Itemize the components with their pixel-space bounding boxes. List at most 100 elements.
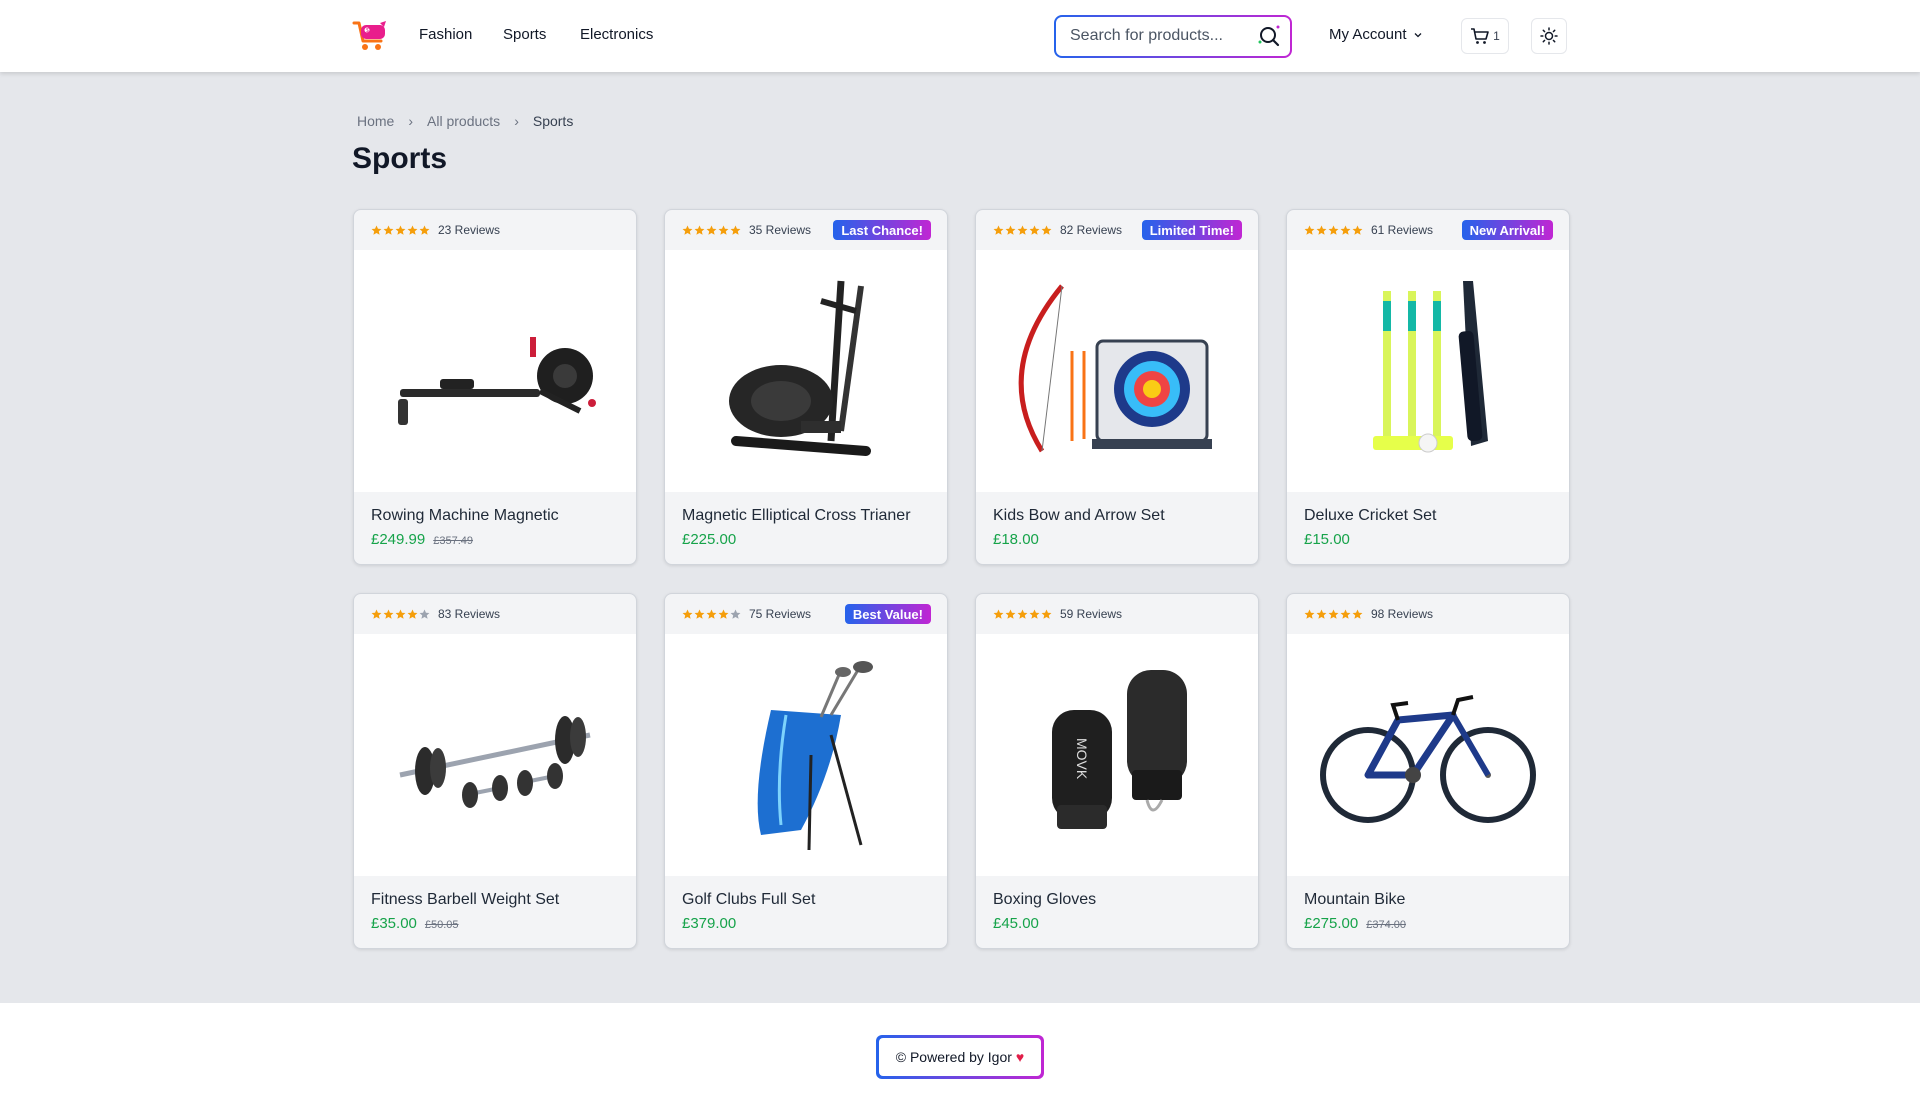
product-name[interactable]: Rowing Machine Magnetic [371,507,559,525]
star-icon [1340,609,1351,619]
product-image[interactable] [354,634,636,876]
product-name[interactable]: Kids Bow and Arrow Set [993,507,1165,525]
chevron-right-icon: › [408,113,414,129]
page-title: Sports [352,142,448,175]
product-image[interactable]: MOVK [976,634,1258,876]
star-icon [407,225,418,235]
card-rating-row: 23 Reviews [354,210,636,250]
boxing-gloves-image: MOVK [1052,670,1187,829]
top-navbar: $ Fashion Sports Electronics My Account … [0,0,1920,72]
nav-link-fashion[interactable]: Fashion [419,26,472,43]
product-name[interactable]: Golf Clubs Full Set [682,891,815,909]
theme-toggle-button[interactable] [1531,18,1567,54]
product-image[interactable] [665,634,947,876]
product-image[interactable] [354,250,636,492]
sun-icon [1540,27,1558,45]
powered-by-text: © Powered by Igor [895,1049,1012,1065]
product-card[interactable]: 61 Reviews New Arrival! Deluxe Cricket S… [1286,209,1570,565]
star-rating [682,609,741,620]
product-card[interactable]: 98 Reviews Mountain Bike £275.00 £374.00 [1286,593,1570,949]
product-image[interactable] [665,250,947,492]
product-card[interactable]: 75 Reviews Best Value! Golf Clubs Full S… [664,593,948,949]
product-price: £379.00 [682,915,737,932]
star-icon [694,609,705,619]
star-rating [1304,609,1363,620]
star-icon [1352,225,1363,235]
promo-badge: Best Value! [844,604,931,624]
product-name[interactable]: Deluxe Cricket Set [1304,507,1437,525]
svg-text:$: $ [366,28,369,34]
barbell-set-image [399,716,591,808]
my-account-menu[interactable]: My Account [1329,26,1423,43]
product-name[interactable]: Boxing Gloves [993,891,1096,909]
powered-by-badge[interactable]: © Powered by Igor ♥ [876,1035,1044,1079]
nav-link-sports[interactable]: Sports [503,26,546,43]
search-input[interactable] [1070,26,1250,46]
product-name[interactable]: Fitness Barbell Weight Set [371,891,559,909]
star-icon [730,609,741,619]
review-count: 35 Reviews [749,223,812,237]
product-price: £45.00 [993,915,1039,932]
cart-button[interactable]: 1 [1461,18,1509,54]
product-prices: £18.00 [993,531,1039,548]
search-icon[interactable] [1257,24,1281,48]
star-icon [1304,225,1315,235]
star-rating [1304,225,1363,236]
review-count: 98 Reviews [1371,607,1434,621]
star-icon [706,225,717,235]
promo-badge: New Arrival! [1461,220,1553,240]
star-rating [993,225,1052,236]
cart-icon [1471,28,1489,44]
breadcrumb-all-products[interactable]: All products [427,113,500,129]
review-count: 75 Reviews [749,607,812,621]
review-count: 83 Reviews [438,607,501,621]
product-image[interactable] [976,250,1258,492]
product-price: £225.00 [682,531,737,548]
breadcrumb: Home › All products › Sports [357,113,573,129]
product-card[interactable]: 59 Reviews MOVK Boxing Gloves £45.00 [975,593,1259,949]
promo-badge: Last Chance! [833,220,931,240]
star-icon [395,225,406,235]
cart-count: 1 [1493,29,1500,43]
star-icon [1029,225,1040,235]
product-card[interactable]: 82 Reviews Limited Time! Kids Bow and Ar… [975,209,1259,565]
star-icon [1029,609,1040,619]
product-name[interactable]: Mountain Bike [1304,891,1405,909]
star-icon [1005,225,1016,235]
star-icon [383,225,394,235]
product-name[interactable]: Magnetic Elliptical Cross Trianer [682,507,911,525]
product-prices: £35.00 £50.05 [371,915,459,932]
star-rating [371,609,430,620]
star-icon [395,609,406,619]
product-price: £275.00 [1304,915,1359,932]
star-icon [1304,609,1315,619]
star-icon [993,609,1004,619]
product-card[interactable]: 83 Reviews Fitness Barbell Weight Set £3… [353,593,637,949]
star-icon [1316,225,1327,235]
star-icon [1328,225,1339,235]
star-icon [1017,225,1028,235]
search-box [1056,17,1290,56]
product-image[interactable] [1287,634,1569,876]
product-card[interactable]: 23 Reviews Rowing Machine Magnetic £249.… [353,209,637,565]
svg-text:MOVK: MOVK [1074,738,1090,780]
star-icon [718,225,729,235]
chevron-down-icon [1414,32,1422,37]
star-icon [1041,609,1052,619]
star-icon [383,609,394,619]
nav-link-electronics[interactable]: Electronics [580,26,653,43]
chevron-right-icon: › [514,113,519,129]
product-price: £18.00 [993,531,1039,548]
star-icon [1316,609,1327,619]
breadcrumb-current: Sports [532,113,574,129]
card-rating-row: 61 Reviews New Arrival! [1287,210,1569,250]
shopping-cart-logo-icon[interactable]: $ [352,19,388,53]
star-rating [682,225,741,236]
breadcrumb-home[interactable]: Home [357,113,394,129]
card-rating-row: 82 Reviews Limited Time! [976,210,1258,250]
product-image[interactable] [1287,250,1569,492]
footer: © Powered by Igor ♥ [0,1003,1920,1109]
original-price: £357.49 [433,535,473,547]
product-card[interactable]: 35 Reviews Last Chance! Magnetic Ellipti… [664,209,948,565]
star-icon [1017,609,1028,619]
